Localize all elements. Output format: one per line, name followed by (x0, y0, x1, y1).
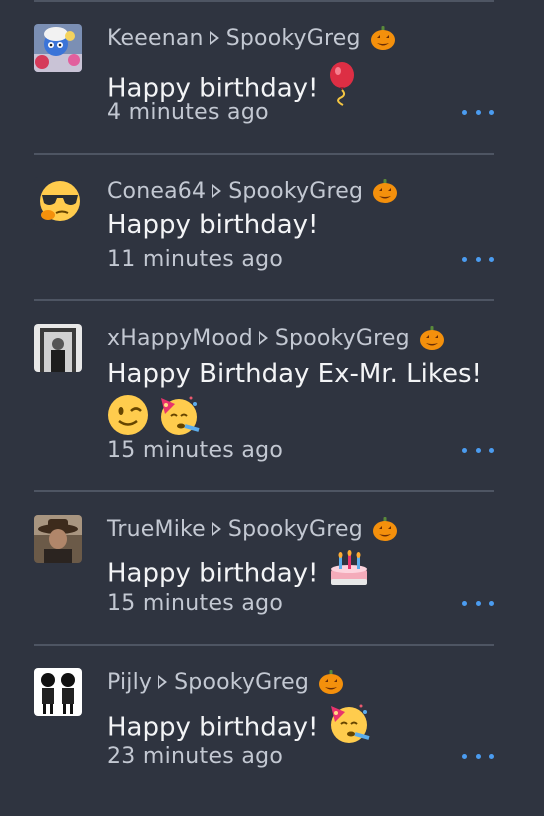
timestamp[interactable]: 23 minutes ago (107, 744, 283, 769)
divider (34, 153, 494, 155)
pumpkin-icon (369, 24, 397, 52)
divider (34, 490, 494, 492)
timestamp[interactable]: 15 minutes ago (107, 591, 283, 616)
avatar[interactable] (34, 324, 82, 372)
more-options-button[interactable] (462, 102, 494, 122)
more-options-button[interactable] (462, 593, 494, 613)
pumpkin-icon (371, 515, 399, 543)
author-name[interactable]: Keeenan (107, 26, 204, 51)
dot (489, 256, 494, 262)
author-name[interactable]: Conea64 (107, 179, 206, 204)
post-meta: TrueMike SpookyGreg (107, 515, 399, 543)
author-name[interactable]: xHappyMood (107, 326, 253, 351)
dot (475, 753, 481, 759)
divider (34, 0, 494, 2)
recipient-name[interactable]: SpookyGreg (228, 517, 363, 542)
partying-face-icon (327, 702, 371, 754)
pumpkin-icon (418, 324, 446, 352)
post-meta: Conea64 SpookyGreg (107, 177, 399, 205)
activity-feed: Keeenan SpookyGreg Happy birthday! 4 min… (0, 0, 544, 816)
divider (34, 299, 494, 301)
pumpkin-icon (317, 668, 345, 696)
divider (34, 644, 494, 646)
message-text: Happy birthday! (107, 210, 319, 240)
author-name[interactable]: TrueMike (107, 517, 206, 542)
author-name[interactable]: Pijly (107, 670, 152, 695)
avatar[interactable] (34, 515, 82, 563)
dot (462, 600, 467, 606)
dot (475, 600, 481, 606)
message-text: Happy Birthday Ex-Mr. Likes! (107, 354, 507, 448)
dot (462, 753, 467, 759)
avatar[interactable] (34, 177, 82, 225)
arrow-right-icon (158, 675, 168, 689)
recipient-name[interactable]: SpookyGreg (228, 179, 363, 204)
timestamp[interactable]: 15 minutes ago (107, 438, 283, 463)
dot (462, 256, 467, 262)
dot (462, 447, 467, 453)
arrow-right-icon (258, 331, 268, 345)
arrow-right-icon (209, 31, 219, 45)
pumpkin-icon (371, 177, 399, 205)
timestamp[interactable]: 11 minutes ago (107, 247, 283, 272)
dot (489, 600, 494, 606)
recipient-name[interactable]: SpookyGreg (226, 26, 361, 51)
more-options-button[interactable] (462, 249, 494, 269)
dot (489, 447, 494, 453)
more-options-button[interactable] (462, 440, 494, 460)
dot (462, 109, 467, 115)
arrow-right-icon (211, 522, 221, 536)
dot (475, 447, 481, 453)
more-options-button[interactable] (462, 746, 494, 766)
avatar[interactable] (34, 24, 82, 72)
dot (475, 109, 481, 115)
dot (489, 109, 494, 115)
post-meta: xHappyMood SpookyGreg (107, 324, 446, 352)
birthday-cake-icon (327, 549, 371, 599)
dot (489, 753, 494, 759)
post-meta: Keeenan SpookyGreg (107, 24, 397, 52)
timestamp[interactable]: 4 minutes ago (107, 100, 269, 125)
balloon-icon (327, 62, 357, 116)
arrow-right-icon (212, 184, 222, 198)
avatar[interactable] (34, 668, 82, 716)
recipient-name[interactable]: SpookyGreg (275, 326, 410, 351)
dot (475, 256, 481, 262)
post-meta: Pijly SpookyGreg (107, 668, 345, 696)
recipient-name[interactable]: SpookyGreg (174, 670, 309, 695)
